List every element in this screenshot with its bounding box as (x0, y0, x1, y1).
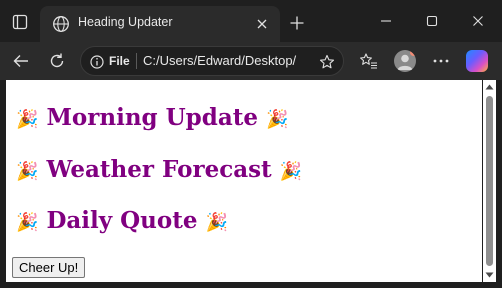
party-popper-icon: 🎉 (16, 109, 39, 130)
page-viewport: 🎉 Morning Update 🎉 🎉 Weather Forecast 🎉 … (6, 80, 482, 282)
tab-actions-icon[interactable] (6, 10, 34, 34)
heading-text: Morning Update (46, 104, 259, 131)
scroll-up-icon[interactable] (485, 83, 494, 91)
heading-weather-forecast: 🎉 Weather Forecast 🎉 (16, 156, 302, 183)
url-text[interactable]: C:/Users/Edward/Desktop/ (143, 53, 313, 68)
heading-daily-quote: 🎉 Daily Quote 🎉 (16, 207, 228, 234)
address-separator (136, 53, 137, 69)
party-popper-icon: 🎉 (266, 109, 289, 130)
vertical-scrollbar[interactable] (483, 80, 496, 282)
navigation-toolbar: File C:/Users/Edward/Desktop/ (0, 42, 502, 80)
scroll-down-icon[interactable] (485, 271, 494, 279)
copilot-icon[interactable] (466, 50, 488, 72)
browser-tab[interactable]: Heading Updater (40, 6, 280, 42)
close-icon[interactable] (252, 14, 272, 34)
party-popper-icon: 🎉 (16, 161, 39, 182)
site-info-label[interactable]: File (109, 54, 130, 68)
heading-text: Daily Quote (46, 207, 198, 234)
cheer-up-button[interactable]: Cheer Up! (12, 257, 86, 278)
profile-icon[interactable] (394, 50, 416, 72)
party-popper-icon: 🎉 (279, 161, 303, 182)
notification-dot (410, 50, 416, 56)
more-icon[interactable] (428, 48, 454, 74)
maximize-icon[interactable] (418, 10, 446, 32)
title-bar: Heading Updater (0, 0, 502, 42)
back-icon[interactable] (8, 48, 34, 74)
tab-title: Heading Updater (78, 15, 173, 29)
plus-icon[interactable] (286, 12, 308, 34)
scrollbar-thumb[interactable] (486, 96, 493, 266)
star-icon[interactable] (317, 52, 337, 72)
party-popper-icon: 🎉 (205, 212, 228, 233)
refresh-icon[interactable] (44, 48, 70, 74)
address-bar[interactable]: File C:/Users/Edward/Desktop/ (80, 46, 344, 76)
globe-icon (52, 15, 70, 33)
window-close-icon[interactable] (464, 10, 492, 32)
favorites-icon[interactable] (356, 48, 382, 74)
minimize-icon[interactable] (372, 10, 400, 32)
heading-morning-update: 🎉 Morning Update 🎉 (16, 104, 288, 131)
party-popper-icon: 🎉 (16, 212, 39, 233)
info-icon[interactable] (90, 54, 104, 69)
heading-text: Weather Forecast (46, 156, 272, 183)
